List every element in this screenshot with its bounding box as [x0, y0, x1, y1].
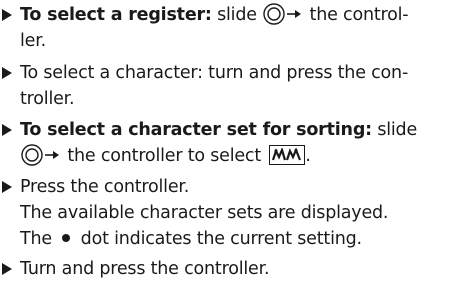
- step-arrow-icon: [2, 181, 12, 193]
- step-select-character: To select a character: turn and press th…: [0, 60, 460, 112]
- step-heading: To select a register:: [20, 5, 212, 25]
- instruction-page: To select a register: slide the control-…: [0, 0, 463, 284]
- step-select-register: To select a register: slide the control-…: [0, 2, 460, 54]
- step-arrow-icon: [2, 9, 12, 21]
- character-set-sort-icon: [269, 145, 306, 165]
- step-turn-press: Turn and press the controller.: [0, 256, 460, 282]
- controller-slide-right-icon: [21, 143, 61, 167]
- step-arrow-icon: [2, 263, 12, 275]
- step-arrow-icon: [2, 67, 12, 79]
- controller-slide-right-icon: [263, 2, 303, 26]
- current-setting-dot-icon: [62, 234, 71, 242]
- step-select-character-set: To select a character set for sorting: s…: [0, 117, 460, 169]
- step-arrow-icon: [2, 124, 12, 136]
- step-heading: To select a character set for sorting:: [20, 120, 372, 140]
- step-press-controller: Press the controller. The available char…: [0, 174, 460, 252]
